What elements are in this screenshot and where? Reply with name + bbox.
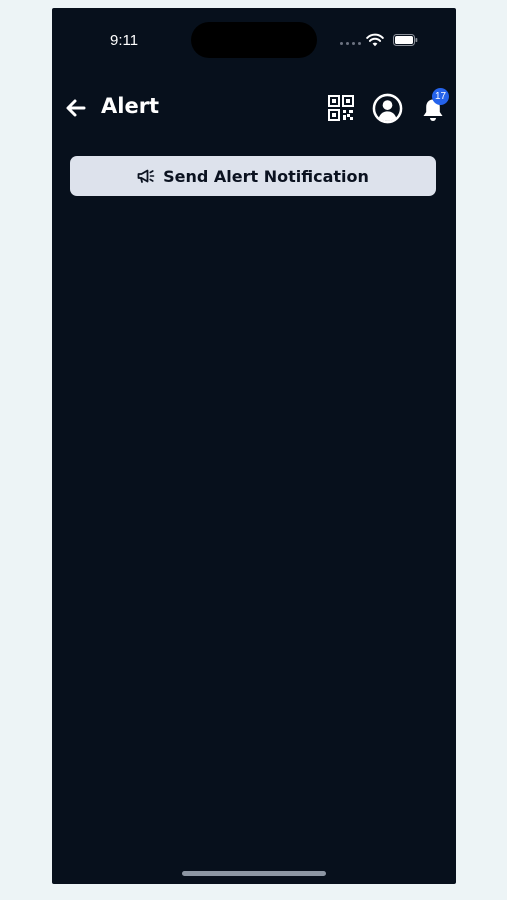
wifi-icon xyxy=(366,33,384,47)
home-indicator[interactable] xyxy=(182,871,326,876)
app-header: Alert 17 xyxy=(52,86,456,130)
battery-icon xyxy=(393,34,418,46)
dynamic-island xyxy=(191,22,317,58)
megaphone-icon xyxy=(137,169,155,183)
cellular-signal-icon xyxy=(340,42,361,45)
profile-icon[interactable] xyxy=(372,93,403,124)
page-title: Alert xyxy=(101,94,160,118)
qr-code-icon[interactable] xyxy=(328,95,354,121)
back-arrow-icon[interactable] xyxy=(64,96,88,120)
status-time: 9:11 xyxy=(110,32,139,49)
phone-screen: 9:11 Alert 17 Send Alert Notification xyxy=(52,8,456,884)
status-bar: 9:11 xyxy=(52,8,456,68)
notifications-button[interactable]: 17 xyxy=(420,88,450,124)
send-alert-label: Send Alert Notification xyxy=(163,166,369,186)
notification-count-badge: 17 xyxy=(432,88,449,105)
send-alert-notification-button[interactable]: Send Alert Notification xyxy=(70,156,436,196)
